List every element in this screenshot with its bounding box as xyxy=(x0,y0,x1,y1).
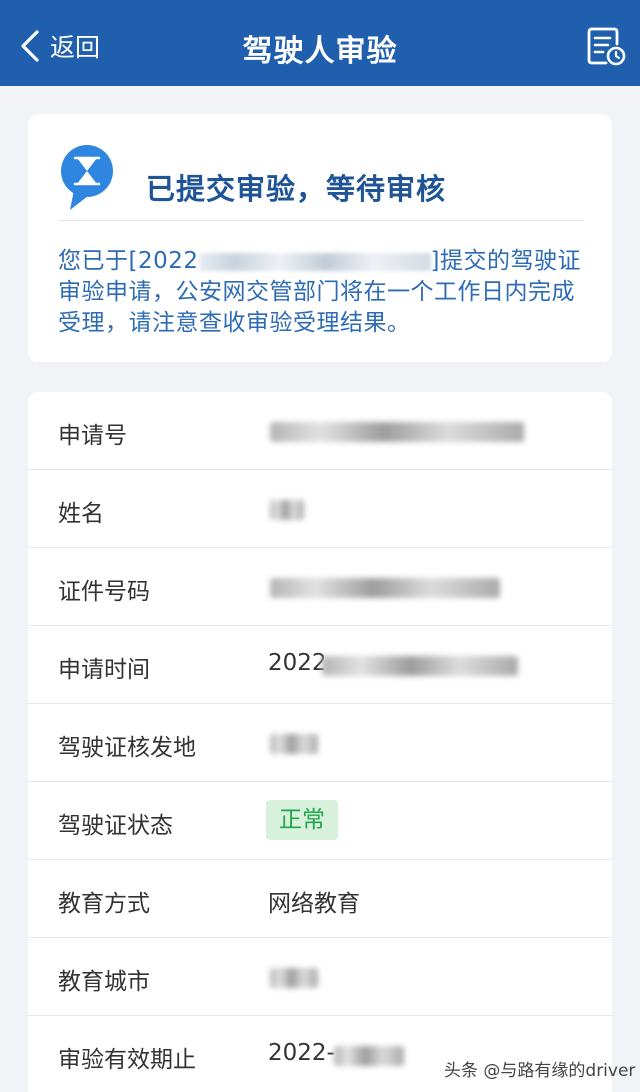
status-description: 您已于[2022]提交的驾驶证审验申请，公安网交管部门将在一个工作日内完成受理，… xyxy=(58,246,586,339)
info-value: 网络教育 xyxy=(268,891,360,917)
redacted-value xyxy=(270,422,524,442)
info-label: 驾驶证状态 xyxy=(58,813,173,839)
watermark: 头条 @与路有缘的driver xyxy=(444,1061,636,1081)
redacted-value xyxy=(334,1046,404,1066)
info-label: 驾驶证核发地 xyxy=(58,735,196,761)
document-clock-icon xyxy=(587,27,626,66)
info-card: 申请号 姓名 证件号码 申请时间 2022 驾驶证核发地 驾驶证状态 正常 教育… xyxy=(28,392,612,1092)
info-value: 2022 xyxy=(268,650,327,676)
hourglass-chat-icon xyxy=(60,144,114,216)
info-row-license-status: 驾驶证状态 正常 xyxy=(28,782,612,860)
info-label: 审验有效期止 xyxy=(58,1047,196,1073)
redacted-value xyxy=(270,500,304,520)
info-label: 教育方式 xyxy=(58,891,150,917)
info-row-education-mode: 教育方式 网络教育 xyxy=(28,860,612,938)
redacted-value xyxy=(270,734,318,754)
info-label: 教育城市 xyxy=(58,969,150,995)
info-row-application-number: 申请号 xyxy=(28,392,612,470)
status-desc-prefix: 您已于[2022 xyxy=(58,248,199,274)
info-value: 2022- xyxy=(268,1040,335,1066)
redacted-date xyxy=(198,252,431,271)
nav-bar: 返回 驾驶人审验 xyxy=(0,0,640,86)
status-title: 已提交审验，等待审核 xyxy=(146,172,447,206)
info-row-id-number: 证件号码 xyxy=(28,548,612,626)
info-row-name: 姓名 xyxy=(28,470,612,548)
info-row-application-time: 申请时间 2022 xyxy=(28,626,612,704)
info-label: 姓名 xyxy=(58,501,104,527)
record-button[interactable] xyxy=(584,24,628,68)
redacted-value xyxy=(270,968,318,988)
status-badge: 正常 xyxy=(266,800,338,840)
divider xyxy=(58,220,584,221)
status-card: 已提交审验，等待审核 您已于[2022]提交的驾驶证审验申请，公安网交管部门将在… xyxy=(28,114,612,362)
info-row-issuing-place: 驾驶证核发地 xyxy=(28,704,612,782)
page-title: 驾驶人审验 xyxy=(242,34,398,69)
info-label: 证件号码 xyxy=(58,579,150,605)
info-row-education-city: 教育城市 xyxy=(28,938,612,1016)
redacted-value xyxy=(322,656,518,676)
info-label: 申请号 xyxy=(58,423,127,449)
redacted-value xyxy=(270,578,500,598)
info-label: 申请时间 xyxy=(58,657,150,683)
